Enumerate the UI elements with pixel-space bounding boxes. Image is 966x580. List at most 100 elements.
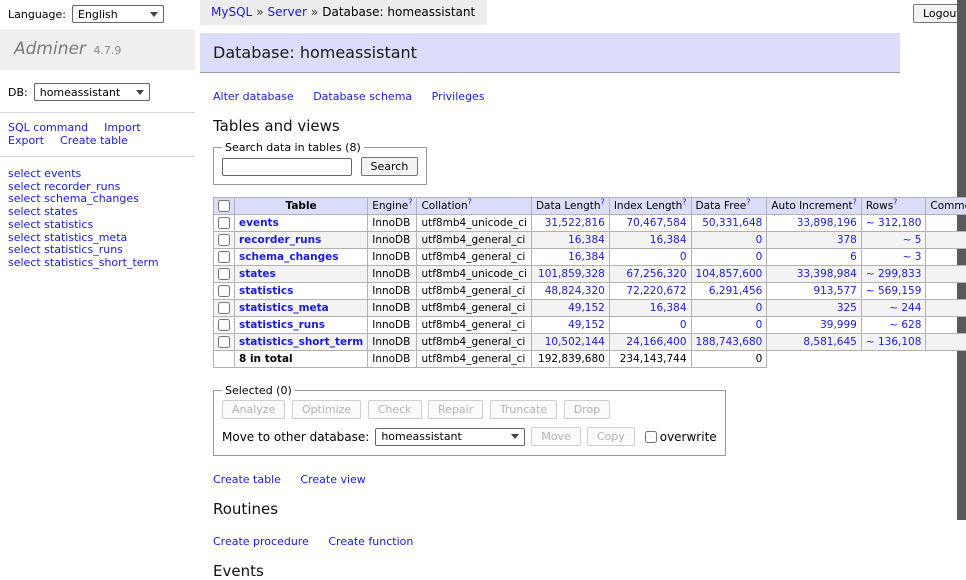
- row-checkbox[interactable]: [218, 319, 230, 331]
- column-help-link[interactable]: ?: [408, 198, 412, 207]
- table-name-link[interactable]: statistics_runs: [239, 319, 325, 331]
- check-all-checkbox[interactable]: [218, 200, 230, 212]
- rows-count-link[interactable]: ~ 299,833: [866, 268, 922, 280]
- row-checkbox[interactable]: [218, 251, 230, 263]
- data-free-link[interactable]: 0: [756, 319, 763, 331]
- create-view-link[interactable]: Create view: [300, 473, 365, 486]
- overwrite-checkbox[interactable]: [645, 431, 657, 443]
- move-row: Move to other database: homeassistant Mo…: [222, 427, 717, 446]
- data-free-link[interactable]: 0: [756, 234, 763, 246]
- index-length-link[interactable]: 16,384: [650, 234, 687, 246]
- index-length-link[interactable]: 67,256,320: [626, 268, 686, 280]
- help-superscript: ?: [682, 198, 686, 207]
- data-length-link[interactable]: 16,384: [568, 234, 605, 246]
- auto-increment-link[interactable]: 378: [837, 234, 857, 246]
- data-length-link[interactable]: 31,522,816: [545, 217, 605, 229]
- breadcrumb-mysql-link[interactable]: MySQL: [211, 5, 252, 19]
- table-name-link[interactable]: states: [239, 268, 276, 280]
- auto-increment-link[interactable]: 913,577: [813, 285, 856, 297]
- data-length-link[interactable]: 16,384: [568, 251, 605, 263]
- sidebar-link-import[interactable]: Import: [104, 121, 141, 134]
- sidebar-table-link[interactable]: select states: [8, 206, 195, 219]
- column-header-label: Auto Increment: [771, 200, 852, 212]
- row-checkbox[interactable]: [218, 336, 230, 348]
- search-input[interactable]: [222, 158, 352, 176]
- breadcrumb-server-link[interactable]: Server: [268, 5, 307, 19]
- privileges-link[interactable]: Privileges: [432, 90, 485, 103]
- index-length-link[interactable]: 0: [680, 251, 687, 263]
- rows-count-link[interactable]: ~ 312,180: [866, 217, 922, 229]
- data-length-link[interactable]: 101,859,328: [538, 268, 605, 280]
- auto-increment-link[interactable]: 325: [837, 302, 857, 314]
- data-length-link[interactable]: 49,152: [568, 302, 605, 314]
- move-database-select[interactable]: homeassistant: [375, 428, 525, 446]
- rows-count-link[interactable]: ~ 5: [903, 234, 922, 246]
- column-help-link[interactable]: ?: [601, 198, 605, 207]
- column-help-link[interactable]: ?: [468, 198, 472, 207]
- rows-count-link[interactable]: ~ 569,159: [866, 285, 922, 297]
- table-name-link[interactable]: schema_changes: [239, 251, 339, 263]
- rows-count-link[interactable]: ~ 244: [889, 302, 921, 314]
- rows-count-link[interactable]: ~ 3: [903, 251, 922, 263]
- column-header-label: Engine: [372, 200, 408, 212]
- data-free-link[interactable]: 0: [756, 302, 763, 314]
- table-name-link[interactable]: recorder_runs: [239, 234, 321, 246]
- auto-increment-link[interactable]: 8,581,645: [803, 336, 856, 348]
- engine-cell: InnoDB: [368, 317, 417, 334]
- create-procedure-link[interactable]: Create procedure: [213, 535, 309, 548]
- auto-increment-link[interactable]: 33,398,984: [797, 268, 857, 280]
- auto-increment-link[interactable]: 33,898,196: [797, 217, 857, 229]
- table-name-link[interactable]: events: [239, 217, 279, 229]
- column-help-link[interactable]: ?: [746, 198, 750, 207]
- sidebar-link-sql-command[interactable]: SQL command: [8, 121, 88, 134]
- index-length-link[interactable]: 24,166,400: [626, 336, 686, 348]
- data-free-link[interactable]: 6,291,456: [709, 285, 762, 297]
- index-length-link[interactable]: 70,467,584: [626, 217, 686, 229]
- row-checkbox[interactable]: [218, 234, 230, 246]
- table-name-link[interactable]: statistics_short_term: [239, 336, 363, 348]
- row-checkbox[interactable]: [218, 302, 230, 314]
- data-length-link[interactable]: 10,502,144: [545, 336, 605, 348]
- alter-database-link[interactable]: Alter database: [213, 90, 294, 103]
- data-length-link[interactable]: 49,152: [568, 319, 605, 331]
- column-help-link[interactable]: ?: [893, 198, 897, 207]
- index-length-link[interactable]: 72,220,672: [626, 285, 686, 297]
- rows-count-link[interactable]: ~ 136,108: [866, 336, 922, 348]
- row-checkbox[interactable]: [218, 285, 230, 297]
- table-name-link[interactable]: statistics: [239, 285, 293, 297]
- comment-cell: [926, 215, 966, 232]
- column-help-link[interactable]: ?: [853, 198, 857, 207]
- total-data-length: 192,839,680: [531, 351, 609, 368]
- sidebar-table-link[interactable]: select statistics_short_term: [8, 257, 195, 270]
- sidebar-table-link[interactable]: select statistics: [8, 219, 195, 232]
- create-table-link[interactable]: Create table: [213, 473, 281, 486]
- data-free-link[interactable]: 188,743,680: [696, 336, 763, 348]
- table-name-link[interactable]: statistics_meta: [239, 302, 329, 314]
- row-checkbox[interactable]: [218, 217, 230, 229]
- row-checkbox[interactable]: [218, 268, 230, 280]
- data-free-link[interactable]: 50,331,648: [702, 217, 762, 229]
- auto-increment-link[interactable]: 6: [850, 251, 857, 263]
- language-select[interactable]: English: [72, 5, 164, 23]
- sidebar-link-export[interactable]: Export: [8, 134, 44, 147]
- column-header-label: Data Length: [536, 200, 601, 212]
- column-header-index-length: Index Length?: [609, 198, 691, 215]
- data-length-link[interactable]: 48,824,320: [545, 285, 605, 297]
- database-schema-link[interactable]: Database schema: [313, 90, 412, 103]
- index-length-link[interactable]: 0: [680, 319, 687, 331]
- search-button[interactable]: Search: [361, 157, 419, 176]
- breadcrumb-separator: »: [311, 5, 318, 19]
- column-help-link[interactable]: ?: [682, 198, 686, 207]
- total-data-free: 0: [691, 351, 767, 368]
- sidebar-link-create-table[interactable]: Create table: [60, 134, 128, 147]
- language-select-value: English: [78, 8, 118, 21]
- db-select[interactable]: homeassistant: [34, 83, 150, 101]
- create-function-link[interactable]: Create function: [328, 535, 413, 548]
- data-free-link[interactable]: 104,857,600: [696, 268, 763, 280]
- data-free-link[interactable]: 0: [756, 251, 763, 263]
- sidebar-table-link[interactable]: select events: [8, 168, 195, 181]
- table-row: statistics InnoDB utf8mb4_general_ci 48,…: [214, 283, 966, 300]
- index-length-link[interactable]: 16,384: [650, 302, 687, 314]
- auto-increment-link[interactable]: 39,999: [820, 319, 857, 331]
- rows-count-link[interactable]: ~ 628: [889, 319, 921, 331]
